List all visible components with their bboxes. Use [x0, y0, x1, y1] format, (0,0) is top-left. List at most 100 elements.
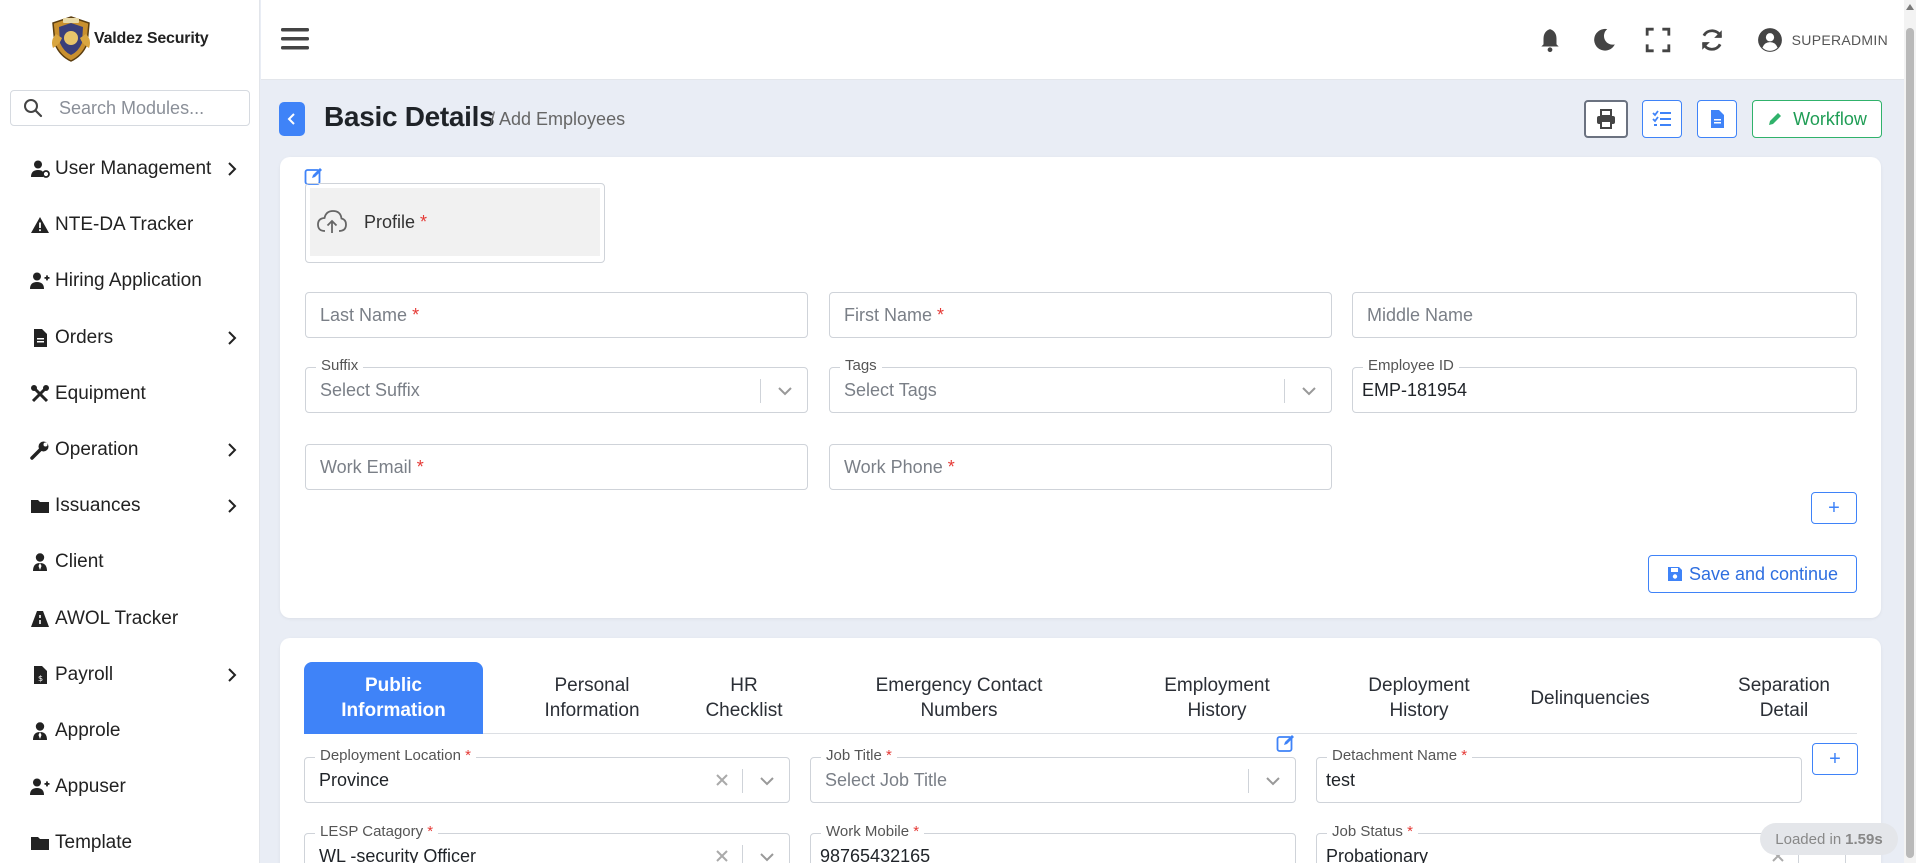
sidebar-item-user-management[interactable]: User Management: [0, 141, 260, 197]
sidebar-item-label: Template: [55, 832, 133, 854]
file-icon: [29, 327, 51, 349]
chevron-down-icon[interactable]: [1265, 773, 1281, 789]
page-scrollbar[interactable]: [1904, 0, 1916, 863]
fullscreen-icon[interactable]: [1644, 26, 1672, 54]
sidebar-item-hiring-application[interactable]: Hiring Application: [0, 253, 260, 309]
detachment-name-label: Detachment Name *: [1327, 747, 1473, 764]
search-box[interactable]: [10, 90, 250, 126]
sidebar-item-label: Payroll: [55, 663, 114, 685]
chevron-down-icon[interactable]: [759, 849, 775, 863]
tools-icon: [29, 383, 51, 405]
sidebar-item-orders[interactable]: Orders: [0, 310, 260, 366]
print-button[interactable]: [1584, 100, 1628, 138]
tags-select[interactable]: Tags Select Tags: [829, 357, 1332, 413]
tab-public-information[interactable]: Public Information: [304, 662, 483, 734]
sidebar-item-template[interactable]: Template: [0, 815, 260, 863]
add-field-button[interactable]: +: [1811, 492, 1857, 524]
sidebar-item-operation[interactable]: Operation: [0, 422, 260, 478]
first-name-field[interactable]: First Name *: [829, 292, 1332, 338]
tab-separation-detail[interactable]: Separation Detail: [1719, 662, 1849, 734]
back-button[interactable]: [279, 102, 305, 136]
edit-job-title-icon[interactable]: [1276, 733, 1296, 753]
chevron-right-icon: [228, 162, 237, 176]
scrollbar-thumb[interactable]: [1906, 28, 1914, 858]
user-plus-icon: [29, 776, 51, 798]
middle-name-field[interactable]: Middle Name: [1352, 292, 1857, 338]
chevron-down-icon[interactable]: [1301, 383, 1317, 399]
topbar-actions: SUPERADMIN: [1510, 0, 1888, 80]
wrench-icon: [29, 439, 51, 461]
sidebar-item-nte-da-tracker[interactable]: NTE-DA Tracker: [0, 197, 260, 253]
deployment-location-select[interactable]: Deployment Location * Province: [304, 747, 790, 803]
bell-icon[interactable]: [1536, 26, 1564, 54]
lesp-category-select[interactable]: LESP Catagory * WL -security Officer: [304, 823, 790, 863]
profile-dropzone[interactable]: Profile *: [310, 188, 600, 256]
tab-delinquencies[interactable]: Delinquencies: [1521, 662, 1659, 734]
work-mobile-field[interactable]: Work Mobile * 98765432165: [810, 823, 1296, 863]
job-title-select[interactable]: Job Title * Select Job Title: [810, 747, 1296, 803]
sidebar-item-label: Hiring Application: [55, 270, 202, 292]
chevron-down-icon[interactable]: [777, 383, 793, 399]
chevron-right-icon: [228, 443, 237, 457]
hamburger-menu-icon[interactable]: [281, 26, 309, 52]
sidebar-item-appuser[interactable]: Appuser: [0, 759, 260, 815]
work-phone-field[interactable]: Work Phone *: [829, 444, 1332, 490]
user-tie-icon: [29, 551, 51, 573]
svg-text:$: $: [38, 674, 43, 683]
sidebar-item-issuances[interactable]: Issuances: [0, 478, 260, 534]
workflow-label: Workflow: [1793, 108, 1867, 129]
tab-deployment-history[interactable]: Deployment History: [1354, 662, 1484, 734]
last-name-field[interactable]: Last Name *: [305, 292, 808, 338]
employee-id-field[interactable]: Employee ID EMP-181954: [1352, 357, 1857, 413]
work-mobile-label: Work Mobile *: [821, 823, 925, 840]
sidebar-nav: User Management NTE-DA Tracker Hiring Ap…: [0, 141, 260, 863]
sidebar-item-client[interactable]: Client: [0, 534, 260, 590]
scroll-up-arrow-icon[interactable]: [1906, 4, 1914, 10]
checklist-button[interactable]: [1642, 100, 1682, 138]
search-input[interactable]: [59, 97, 239, 119]
sidebar-item-payroll[interactable]: $ Payroll: [0, 647, 260, 703]
clear-icon[interactable]: [715, 773, 729, 787]
employee-info-card: Public Information Personal Information …: [280, 638, 1881, 863]
cloud-upload-icon: [317, 210, 347, 233]
chevron-right-icon: [228, 330, 237, 345]
tab-employment-history[interactable]: Employment History: [1147, 662, 1287, 734]
sidebar-item-label: Issuances: [55, 495, 141, 517]
save-and-continue-button[interactable]: Save and continue: [1648, 555, 1857, 593]
brand[interactable]: Valdez Security: [0, 0, 259, 78]
list-check-icon: [1652, 110, 1671, 126]
sidebar-item-awol-tracker[interactable]: AWOL Tracker: [0, 591, 260, 647]
user-avatar-icon[interactable]: [1756, 26, 1784, 54]
basic-details-card: Profile * Last Name * First Name * Middl…: [280, 157, 1881, 618]
workflow-button[interactable]: Workflow: [1752, 100, 1882, 138]
tags-label: Tags: [840, 357, 882, 374]
moon-icon[interactable]: [1590, 26, 1618, 54]
sidebar-item-label: Client: [55, 551, 104, 573]
tab-personal-information[interactable]: Personal Information: [517, 662, 667, 734]
work-email-field[interactable]: Work Email *: [305, 444, 808, 490]
refresh-icon[interactable]: [1698, 26, 1726, 54]
search-icon: [24, 99, 43, 118]
warning-icon: [29, 214, 51, 236]
detachment-name-field[interactable]: Detachment Name * test: [1316, 747, 1802, 803]
profile-upload[interactable]: Profile *: [305, 183, 605, 263]
user-plus-icon: [29, 270, 51, 292]
sidebar-item-label: AWOL Tracker: [55, 607, 179, 629]
add-detachment-button[interactable]: +: [1812, 743, 1858, 775]
info-tabs: Public Information Personal Information …: [304, 662, 1857, 734]
sidebar-item-equipment[interactable]: Equipment: [0, 366, 260, 422]
clear-icon[interactable]: [715, 849, 729, 863]
suffix-label: Suffix: [316, 357, 364, 374]
tab-emergency-contact-numbers[interactable]: Emergency Contact Numbers: [859, 662, 1059, 734]
road-icon: [29, 608, 51, 630]
sidebar-item-approle[interactable]: Approle: [0, 703, 260, 759]
topbar: SUPERADMIN: [261, 0, 1916, 80]
chevron-down-icon[interactable]: [759, 773, 775, 789]
lesp-category-label: LESP Catagory *: [315, 823, 439, 840]
user-name[interactable]: SUPERADMIN: [1792, 32, 1888, 48]
sidebar-item-label: Approle: [55, 719, 121, 741]
tab-hr-checklist[interactable]: HR Checklist: [694, 662, 794, 734]
sidebar-item-label: NTE-DA Tracker: [55, 214, 194, 236]
suffix-select[interactable]: Suffix Select Suffix: [305, 357, 808, 413]
document-button[interactable]: [1697, 100, 1737, 138]
